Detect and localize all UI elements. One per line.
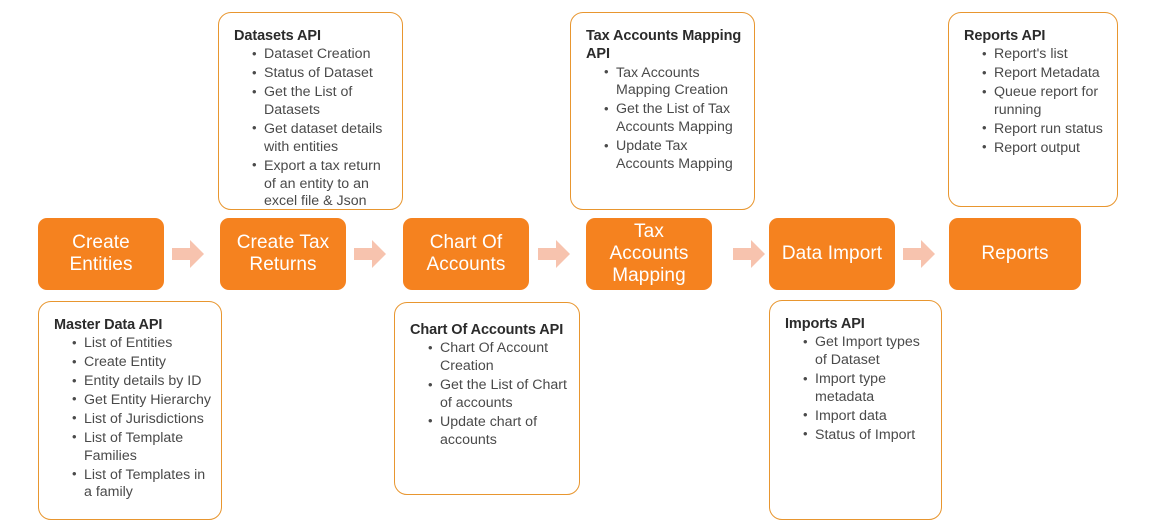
- callout-imports-api: Imports API Get Import types of Dataset …: [769, 300, 942, 520]
- callout-item-list: Get Import types of Dataset Import type …: [785, 334, 931, 444]
- list-item: List of Entities: [72, 335, 211, 353]
- list-item: Report output: [982, 139, 1107, 158]
- list-item: Report's list: [982, 46, 1107, 64]
- process-step-label: Tax Accounts Mapping: [609, 220, 689, 287]
- callout-title: Master Data API: [54, 317, 163, 333]
- callout-item-list: Dataset Creation Status of Dataset Get t…: [234, 46, 392, 211]
- list-item: List of Template Families: [72, 429, 211, 466]
- callout-tax-accounts-mapping-api: Tax Accounts Mapping API Tax Accounts Ma…: [570, 12, 755, 210]
- list-item: Chart Of Account Creation: [428, 340, 569, 376]
- callout-title: Datasets API: [234, 28, 321, 44]
- callout-item-list: Tax Accounts Mapping Creation Get the Li…: [586, 64, 744, 174]
- list-item: Export a tax return of an entity to an e…: [252, 157, 392, 212]
- process-step-label: Create Tax Returns: [236, 231, 330, 275]
- list-item: Tax Accounts Mapping Creation: [604, 64, 744, 101]
- callout-reports-api: Reports API Report's list Report Metadat…: [948, 12, 1118, 207]
- list-item: Status of Dataset: [252, 65, 392, 83]
- list-item: Import data: [803, 407, 931, 426]
- callout-chart-of-accounts-api: Chart Of Accounts API Chart Of Account C…: [394, 302, 580, 495]
- list-item: Get Entity Hierarchy: [72, 391, 211, 410]
- list-item: Get the List of Datasets: [252, 84, 392, 120]
- process-step-reports[interactable]: Reports: [949, 218, 1081, 290]
- list-item: Queue report for running: [982, 84, 1107, 120]
- process-step-label: Reports: [981, 242, 1049, 264]
- arrow-right-icon-4: [731, 237, 767, 271]
- list-item: List of Jurisdictions: [72, 410, 211, 429]
- callout-item-list: Chart Of Account Creation Get the List o…: [410, 340, 569, 449]
- list-item: Report run status: [982, 120, 1107, 139]
- process-step-label: Data Import: [781, 242, 883, 264]
- callout-title: Reports API: [964, 28, 1046, 44]
- arrow-right-icon-5: [901, 237, 937, 271]
- process-step-data-import[interactable]: Data Import: [769, 218, 895, 290]
- list-item: Update Tax Accounts Mapping: [604, 138, 744, 174]
- process-step-label: Chart Of Accounts: [426, 231, 506, 275]
- list-item: Entity details by ID: [72, 373, 211, 391]
- callout-item-list: Report's list Report Metadata Queue repo…: [964, 46, 1107, 157]
- process-step-tax-accounts-mapping[interactable]: Tax Accounts Mapping: [586, 218, 712, 290]
- callout-master-data-api: Master Data API List of Entities Create …: [38, 301, 222, 520]
- list-item: Get the List of Chart of accounts: [428, 377, 569, 413]
- list-item: Get dataset details with entities: [252, 120, 392, 157]
- process-step-chart-of-accounts[interactable]: Chart Of Accounts: [403, 218, 529, 290]
- arrow-right-icon-1: [170, 237, 206, 271]
- list-item: List of Templates in a family: [72, 466, 211, 503]
- callout-title: Tax Accounts Mapping API: [586, 28, 742, 63]
- arrow-right-icon-2: [352, 237, 388, 271]
- list-item: Status of Import: [803, 426, 931, 445]
- arrow-right-icon-3: [536, 237, 572, 271]
- process-step-create-tax-returns[interactable]: Create Tax Returns: [220, 218, 346, 290]
- process-step-create-entities[interactable]: Create Entities: [38, 218, 164, 290]
- list-item: Create Entity: [72, 354, 211, 372]
- list-item: Report Metadata: [982, 65, 1107, 83]
- api-process-flow-diagram: Datasets API Dataset Creation Status of …: [0, 0, 1154, 532]
- callout-datasets-api: Datasets API Dataset Creation Status of …: [218, 12, 403, 210]
- list-item: Import type metadata: [803, 371, 931, 407]
- process-step-label: Create Entities: [69, 231, 133, 275]
- callout-title: Imports API: [785, 316, 865, 332]
- list-item: Get the List of Tax Accounts Mapping: [604, 101, 744, 137]
- list-item: Dataset Creation: [252, 46, 392, 64]
- callout-item-list: List of Entities Create Entity Entity de…: [54, 335, 211, 502]
- list-item: Get Import types of Dataset: [803, 334, 931, 370]
- list-item: Update chart of accounts: [428, 413, 569, 450]
- callout-title: Chart Of Accounts API: [410, 322, 564, 338]
